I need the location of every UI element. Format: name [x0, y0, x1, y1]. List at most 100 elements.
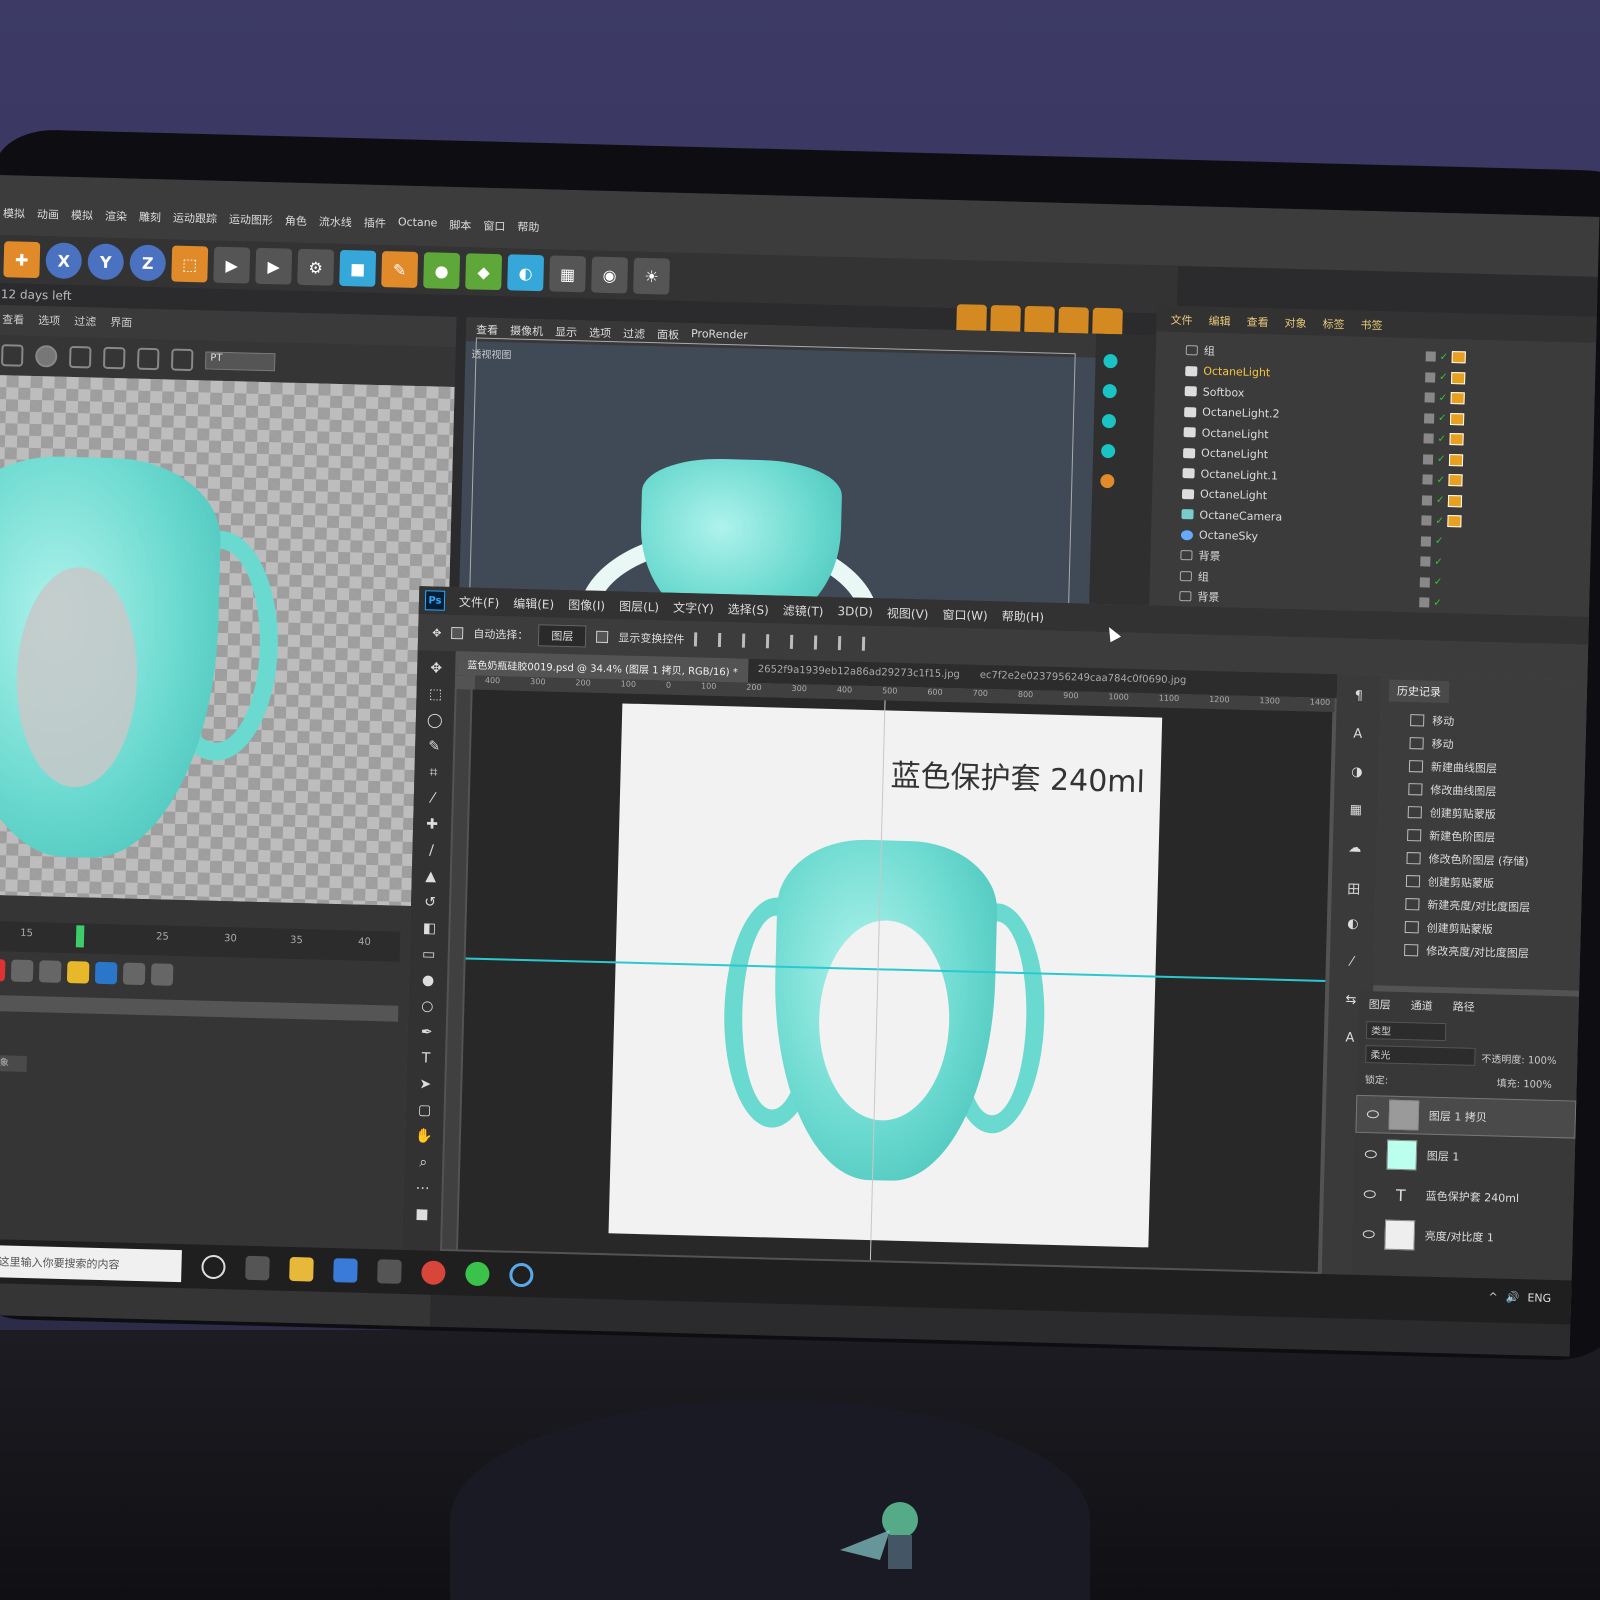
- timeline-playhead[interactable]: [75, 925, 85, 948]
- ps-menu-item[interactable]: 3D(D): [837, 604, 873, 619]
- visibility-flag-icon[interactable]: [1424, 392, 1435, 403]
- perspective-viewport[interactable]: 查看 摄像机 显示 选项 过滤 面板 ProRender 透视视图: [458, 317, 1127, 714]
- eraser-icon[interactable]: ◧: [419, 918, 440, 939]
- object-row[interactable]: OctaneLight: [1181, 484, 1283, 507]
- render-active-icon[interactable]: ▶: [255, 247, 293, 285]
- live-viewer-menu-item[interactable]: 选项: [38, 312, 60, 331]
- visibility-flag-icon[interactable]: [1420, 556, 1431, 567]
- visibility-flag-icon[interactable]: [1423, 413, 1435, 424]
- cloner-icon[interactable]: ◆: [465, 253, 503, 291]
- timeline-scrollbar[interactable]: [0, 994, 399, 1022]
- layer-row[interactable]: 图层 1: [1354, 1135, 1575, 1179]
- dodge-tool-icon[interactable]: ○: [417, 996, 438, 1017]
- distribute-h-icon[interactable]: [862, 636, 877, 652]
- move-tool-icon[interactable]: ✥: [426, 658, 447, 679]
- object-row[interactable]: Softbox: [1184, 381, 1285, 404]
- c4d-menu-item[interactable]: 角色: [285, 212, 307, 229]
- attribute-tab[interactable]: 对象: [0, 1054, 27, 1073]
- c4d-menu-item[interactable]: 雕刻: [139, 209, 161, 226]
- healing-brush-icon[interactable]: ✚: [422, 814, 443, 835]
- contrast-icon[interactable]: [94, 961, 118, 985]
- color-icon[interactable]: ◑: [1348, 764, 1366, 782]
- octane-tag-icon[interactable]: [1449, 453, 1464, 467]
- object-row[interactable]: OctaneLight.2: [1184, 402, 1285, 425]
- octane-tag-icon[interactable]: [1449, 433, 1465, 446]
- layers-tab[interactable]: 通道: [1411, 997, 1433, 1013]
- object-row[interactable]: 背景: [1180, 545, 1281, 568]
- object-manager-menu-item[interactable]: 对象: [1284, 315, 1306, 331]
- visibility-flag-icon[interactable]: [1425, 351, 1436, 362]
- eye-icon[interactable]: [1366, 1110, 1379, 1119]
- history-item[interactable]: 创建剪贴蒙版: [1407, 800, 1533, 826]
- c4d-menu-item[interactable]: 脚本: [449, 217, 471, 234]
- ps-menu-item[interactable]: 帮助(H): [1001, 607, 1045, 625]
- object-manager-menu-item[interactable]: 文件: [1170, 312, 1192, 328]
- tag-icon[interactable]: [1103, 353, 1118, 369]
- swatches-icon[interactable]: ▦: [1347, 802, 1365, 820]
- table-icon[interactable]: 田: [1345, 878, 1363, 898]
- history-item[interactable]: 移动: [1410, 708, 1535, 734]
- object-row[interactable]: OctaneLight: [1183, 422, 1284, 445]
- hand-tool-icon[interactable]: ✋: [414, 1126, 435, 1147]
- ps-menu-item[interactable]: 编辑(E): [513, 594, 554, 612]
- octane-tag-icon[interactable]: [1448, 494, 1463, 508]
- object-row[interactable]: OctaneCamera: [1181, 504, 1282, 527]
- ps-menu-item[interactable]: 文字(Y): [673, 598, 714, 616]
- sphere-icon[interactable]: [34, 344, 58, 368]
- stamp-tool-icon[interactable]: ▲: [421, 866, 442, 887]
- layers-tab[interactable]: 图层: [1369, 996, 1391, 1012]
- history-item[interactable]: 移动: [1409, 731, 1534, 757]
- enabled-check-icon[interactable]: ✓: [1436, 495, 1445, 506]
- c4d-menu-item[interactable]: 模拟: [3, 205, 25, 222]
- zoom-tool-icon[interactable]: ⌕: [413, 1152, 434, 1173]
- enabled-check-icon[interactable]: ✓: [1439, 392, 1448, 403]
- auto-select-checkbox[interactable]: [451, 626, 464, 640]
- wechat-icon[interactable]: [465, 1261, 490, 1287]
- layer-row[interactable]: T 蓝色保护套 240ml: [1353, 1175, 1574, 1219]
- pen-tool-icon[interactable]: ✎: [381, 251, 419, 288]
- autokey-icon[interactable]: [38, 960, 62, 983]
- properties-icon[interactable]: ⇆: [1342, 992, 1360, 1010]
- c4d-menu-item[interactable]: 运动跟踪: [173, 210, 217, 227]
- subdivision-icon[interactable]: ●: [423, 252, 461, 290]
- enabled-check-icon[interactable]: ✓: [1439, 372, 1448, 383]
- shape-tool-icon[interactable]: ▢: [414, 1100, 435, 1121]
- blur-tool-icon[interactable]: ●: [418, 970, 439, 991]
- enabled-check-icon[interactable]: ✓: [1436, 474, 1445, 485]
- tag-icon[interactable]: [1100, 473, 1115, 489]
- c4d-menu-item[interactable]: 插件: [364, 215, 386, 232]
- pick-icon[interactable]: [170, 348, 194, 372]
- viewport-menu-item[interactable]: 显示: [555, 324, 577, 341]
- viewport-menu-item[interactable]: 面板: [657, 326, 679, 343]
- settings-icon[interactable]: [150, 963, 174, 986]
- history-item[interactable]: 创建剪贴蒙版: [1404, 915, 1530, 941]
- type-tool-icon[interactable]: T: [416, 1048, 437, 1069]
- enabled-check-icon[interactable]: ✓: [1440, 352, 1449, 363]
- ps-canvas-area[interactable]: 蓝色保护套 240ml: [458, 689, 1333, 1272]
- tray-up-icon[interactable]: ^: [1488, 1290, 1498, 1303]
- octane-tag-icon[interactable]: [1448, 474, 1464, 487]
- blend-mode-select[interactable]: 柔光: [1365, 1045, 1476, 1066]
- viewport-menu-item[interactable]: 摄像机: [510, 322, 543, 339]
- c4d-menu-item[interactable]: 动画: [37, 206, 59, 223]
- enabled-check-icon[interactable]: ✓: [1434, 556, 1443, 567]
- auto-select-dropdown[interactable]: 图层: [538, 624, 587, 648]
- cortana-icon[interactable]: [201, 1254, 226, 1280]
- record-icon[interactable]: [0, 958, 6, 982]
- crop-tool-icon[interactable]: ⌗: [423, 762, 444, 783]
- lock-icon[interactable]: [0, 344, 24, 367]
- history-item[interactable]: 修改曲线图层: [1408, 777, 1533, 803]
- c4d-menu-item[interactable]: 模拟: [71, 207, 93, 224]
- pin-icon[interactable]: [136, 347, 160, 371]
- file-explorer-icon[interactable]: [289, 1256, 314, 1282]
- fill-field[interactable]: 填充: 100%: [1497, 1074, 1553, 1090]
- more-tools-icon[interactable]: ⋯: [412, 1178, 433, 1199]
- enabled-check-icon[interactable]: ✓: [1438, 413, 1447, 424]
- character-icon[interactable]: A: [1349, 727, 1367, 745]
- history-item[interactable]: 新建曲线图层: [1408, 754, 1534, 780]
- visibility-flag-icon[interactable]: [1419, 577, 1430, 588]
- ps-menu-item[interactable]: 图层(L): [619, 597, 659, 615]
- app-icon[interactable]: [377, 1259, 402, 1284]
- align-bottom-icon[interactable]: [814, 635, 829, 650]
- viewport-menu-item[interactable]: 选项: [589, 324, 611, 341]
